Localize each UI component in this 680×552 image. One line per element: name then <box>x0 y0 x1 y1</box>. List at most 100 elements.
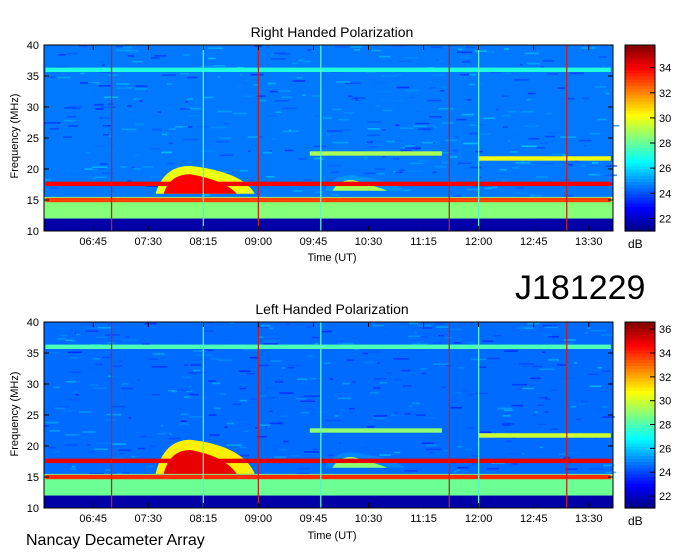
spectrogram-speckle <box>326 130 343 132</box>
spectrogram-speckle <box>133 98 141 100</box>
spectrogram-speckle <box>432 171 437 174</box>
spectrogram-speckle <box>49 187 59 189</box>
spectrogram-speckle <box>405 147 421 149</box>
spectrogram-speckle <box>336 81 351 83</box>
spectrogram-speckle <box>279 392 294 394</box>
spectrogram-speckle <box>327 164 343 167</box>
spectrogram-speckle <box>542 351 546 353</box>
spectrogram-speckle <box>400 149 413 152</box>
spectrogram-speckle <box>108 74 118 76</box>
emission-band <box>309 151 442 156</box>
spectrogram-speckle <box>393 358 409 360</box>
spectrogram-speckle <box>602 65 605 68</box>
spectrogram-speckle <box>75 333 81 335</box>
spectrogram-speckle <box>578 403 586 405</box>
spectrogram-speckle <box>535 194 544 196</box>
spectrogram-speckle <box>395 139 402 142</box>
left-polarization-panel: Left Handed Polarization Time (UT) Frequ… <box>9 301 671 542</box>
spectrogram-speckle <box>475 392 489 395</box>
spectrogram-speckle <box>468 393 474 396</box>
spectrogram-speckle <box>372 82 388 84</box>
colorbar-unit-label: dB <box>628 514 643 528</box>
spectrogram-speckle <box>540 162 554 165</box>
spectrogram-speckle <box>525 339 531 342</box>
spectrogram-speckle <box>582 165 586 167</box>
spectrogram-speckle <box>335 415 339 417</box>
spectrogram-speckle <box>49 128 59 130</box>
spectrogram-speckle <box>183 54 190 56</box>
spectrogram-speckle <box>103 356 112 359</box>
spectrogram-speckle <box>479 176 482 179</box>
spectrogram-speckle <box>550 428 559 430</box>
spectrogram-speckle <box>580 400 588 403</box>
spectrogram-speckle <box>540 142 549 144</box>
spectrogram-speckle <box>519 63 523 66</box>
spectrogram-speckle <box>68 125 78 127</box>
spectrogram-speckle <box>404 56 419 59</box>
spectrogram-speckle <box>255 427 258 429</box>
spectrogram-speckle <box>382 129 387 131</box>
spectrogram-speckle <box>152 393 161 396</box>
spectrogram-speckle <box>438 107 453 110</box>
spectrogram-speckle <box>518 363 534 365</box>
spectrogram-speckle <box>72 170 85 172</box>
spectrogram-speckle <box>461 113 474 116</box>
spectrogram-speckle <box>313 145 326 148</box>
spectrogram-speckle <box>289 455 301 457</box>
spectrogram-speckle <box>59 156 65 159</box>
spectrogram-speckle <box>515 162 531 164</box>
spectrogram-speckle <box>597 118 607 121</box>
spectrogram-speckle <box>183 138 199 141</box>
spectrogram-speckle <box>82 431 96 433</box>
spectrogram-speckle <box>589 132 600 135</box>
spectrogram-speckle <box>118 449 131 451</box>
spectrogram-speckle <box>208 414 217 416</box>
spectrogram-speckle <box>275 381 284 383</box>
y-tick-label: 15 <box>27 195 39 207</box>
spectrogram-speckle <box>284 73 291 76</box>
spectrogram-speckle <box>456 466 469 469</box>
spectrogram-speckle <box>211 126 227 129</box>
spectrogram-speckle <box>115 49 131 52</box>
spectrogram-speckle <box>566 452 581 454</box>
spectrogram-speckle <box>363 446 370 449</box>
x-tick-label: 12:45 <box>520 236 548 248</box>
spectrogram-speckle <box>568 164 574 166</box>
spectrogram-speckle <box>588 468 604 470</box>
spectrogram-speckle <box>296 378 308 381</box>
spectrogram-speckle <box>229 322 235 324</box>
x-tick-label: 13:30 <box>575 513 603 525</box>
spectrogram-speckle <box>128 417 132 419</box>
x-axis-label: Time (UT) <box>307 252 356 264</box>
spectrogram-speckle <box>66 115 77 118</box>
spectrogram-speckle <box>160 371 169 374</box>
spectrogram-speckle <box>397 94 402 96</box>
spectrogram-speckle <box>87 444 91 446</box>
spectrogram-speckle <box>513 79 529 81</box>
spectrogram-speckle <box>269 410 273 412</box>
spectrogram-speckle <box>387 372 393 374</box>
spectrogram-speckle <box>569 72 584 75</box>
spectrogram-speckle <box>509 443 517 445</box>
spectrogram-speckle <box>546 112 552 115</box>
spectrogram-speckle <box>168 142 174 145</box>
spectrogram-speckle <box>65 339 73 341</box>
spectrogram-speckle <box>560 377 576 379</box>
spectrogram-speckle <box>115 45 123 48</box>
spectrogram-speckle <box>536 50 542 53</box>
spectrogram-speckle <box>395 171 403 174</box>
colorbar-step <box>625 45 655 49</box>
spectrogram-speckle <box>271 444 286 447</box>
y-tick-label: 10 <box>27 226 39 238</box>
spectrogram-speckle <box>394 74 402 76</box>
spectrogram-speckle <box>479 431 492 433</box>
spectrogram-speckle <box>157 111 161 113</box>
spectrogram-speckle <box>560 119 577 122</box>
spectrogram-speckle <box>102 125 113 127</box>
spectrogram-speckle <box>260 395 268 397</box>
y-tick-label: 25 <box>27 410 39 422</box>
spectrogram-speckle <box>283 440 289 443</box>
spectrogram-speckle <box>259 99 267 102</box>
spectrogram-speckle <box>457 445 462 448</box>
spectrogram-speckle <box>119 452 125 455</box>
